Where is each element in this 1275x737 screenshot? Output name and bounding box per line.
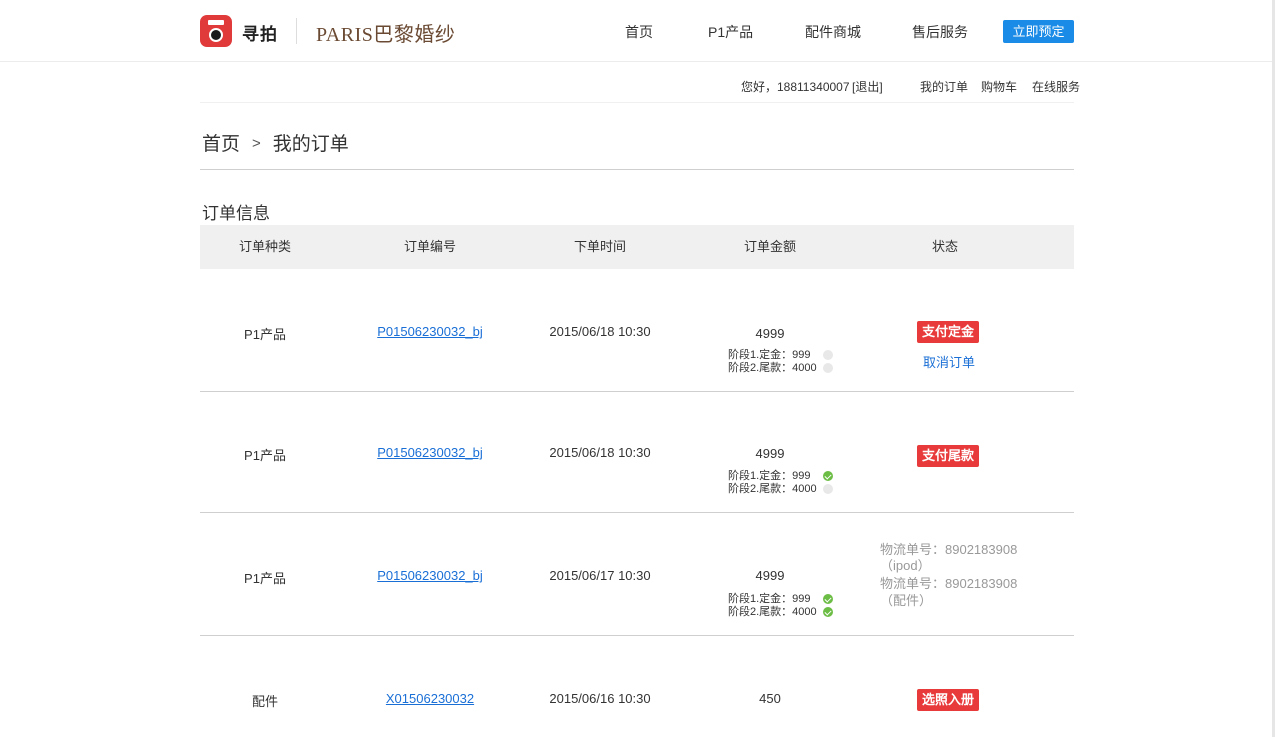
stage-pending-icon (823, 484, 833, 494)
column-header-time: 下单时间 (573, 239, 626, 254)
column-header-type: 订单种类 (238, 239, 291, 254)
brand-name[interactable]: 寻拍 (242, 20, 278, 45)
order-amount: 4999 (755, 326, 785, 341)
order-type: 配件 (251, 694, 278, 709)
cart-link[interactable]: 购物车 (981, 78, 1017, 95)
payment-stages: 阶段1.定金：999 阶段2.尾款：4000 (728, 593, 833, 619)
camera-logo-icon[interactable] (200, 15, 232, 47)
nav-p1-product[interactable]: P1产品 (708, 22, 753, 42)
column-header-status: 状态 (931, 239, 958, 254)
order-number-link[interactable]: X01506230032 (386, 691, 474, 706)
order-number-link[interactable]: P01506230032_bj (377, 445, 483, 460)
order-number-link[interactable]: P01506230032_bj (377, 324, 483, 339)
column-header-amount: 订单金额 (743, 239, 796, 254)
shipping-item-accessory: （配件） (880, 593, 933, 608)
top-navbar: 寻拍 PARIS巴黎婚纱 首页 P1产品 配件商城 售后服务 立即预定 (0, 0, 1275, 62)
breadcrumb-home[interactable]: 首页 (202, 134, 240, 155)
nav-after-sales[interactable]: 售后服务 (912, 22, 968, 42)
logout-link[interactable]: [退出] (852, 78, 883, 95)
pay-balance-button[interactable]: 支付尾款 (917, 445, 980, 467)
shipping-number-ipod: 物流单号：8902183908 (880, 542, 1018, 557)
brand-divider (296, 18, 297, 44)
breadcrumb-separator: > (252, 135, 261, 152)
row-divider (200, 512, 1074, 513)
cancel-order-link[interactable]: 取消订单 (923, 352, 975, 371)
my-orders-link[interactable]: 我的订单 (920, 78, 968, 95)
order-time: 2015/06/16 10:30 (549, 691, 651, 706)
order-amount: 4999 (755, 446, 785, 461)
select-photos-button[interactable]: 选照入册 (917, 689, 980, 711)
check-circle-icon (823, 594, 833, 604)
check-circle-icon (823, 607, 833, 617)
stage-2-balance: 阶段2.尾款：4000 (728, 483, 817, 495)
order-type: P1产品 (244, 448, 286, 463)
order-time: 2015/06/18 10:30 (549, 324, 651, 339)
stage-1-deposit: 阶段1.定金：999 (728, 349, 811, 361)
breadcrumb-divider (200, 169, 1074, 170)
section-title: 订单信息 (202, 204, 270, 223)
order-time: 2015/06/18 10:30 (549, 445, 651, 460)
column-header-order-no: 订单编号 (403, 239, 456, 254)
breadcrumb-current: 我的订单 (272, 134, 349, 155)
order-type: P1产品 (244, 571, 286, 586)
userbar-divider (200, 102, 1074, 103)
row-divider (200, 635, 1074, 636)
stage-1-deposit: 阶段1.定金：999 (728, 593, 811, 605)
partner-logo[interactable]: PARIS巴黎婚纱 (316, 18, 455, 47)
stage-pending-icon (823, 363, 833, 373)
nav-accessories-store[interactable]: 配件商城 (805, 22, 861, 42)
user-greeting: 您好，18811340007 (741, 80, 850, 94)
order-time: 2015/06/17 10:30 (549, 568, 651, 583)
check-circle-icon (823, 471, 833, 481)
stage-2-balance: 阶段2.尾款：4000 (728, 362, 817, 374)
shipping-item-ipod: （ipod） (880, 558, 931, 573)
shipping-number-accessory: 物流单号：8902183908 (880, 576, 1018, 591)
order-amount: 4999 (755, 568, 785, 583)
preorder-button[interactable]: 立即预定 (1003, 20, 1074, 43)
stage-pending-icon (823, 350, 833, 360)
nav-home[interactable]: 首页 (625, 22, 653, 42)
stage-1-deposit: 阶段1.定金：999 (728, 470, 811, 482)
pay-deposit-button[interactable]: 支付定金 (917, 321, 980, 343)
online-service-link[interactable]: 在线服务 (1032, 78, 1080, 95)
stage-2-balance: 阶段2.尾款：4000 (728, 606, 817, 618)
order-type: P1产品 (244, 327, 286, 342)
payment-stages: 阶段1.定金：999 阶段2.尾款：4000 (728, 470, 833, 496)
row-divider (200, 391, 1074, 392)
payment-stages: 阶段1.定金：999 阶段2.尾款：4000 (728, 349, 833, 375)
order-number-link[interactable]: P01506230032_bj (377, 568, 483, 583)
order-amount: 450 (759, 691, 781, 706)
breadcrumb: 首页 > 我的订单 (202, 129, 349, 156)
